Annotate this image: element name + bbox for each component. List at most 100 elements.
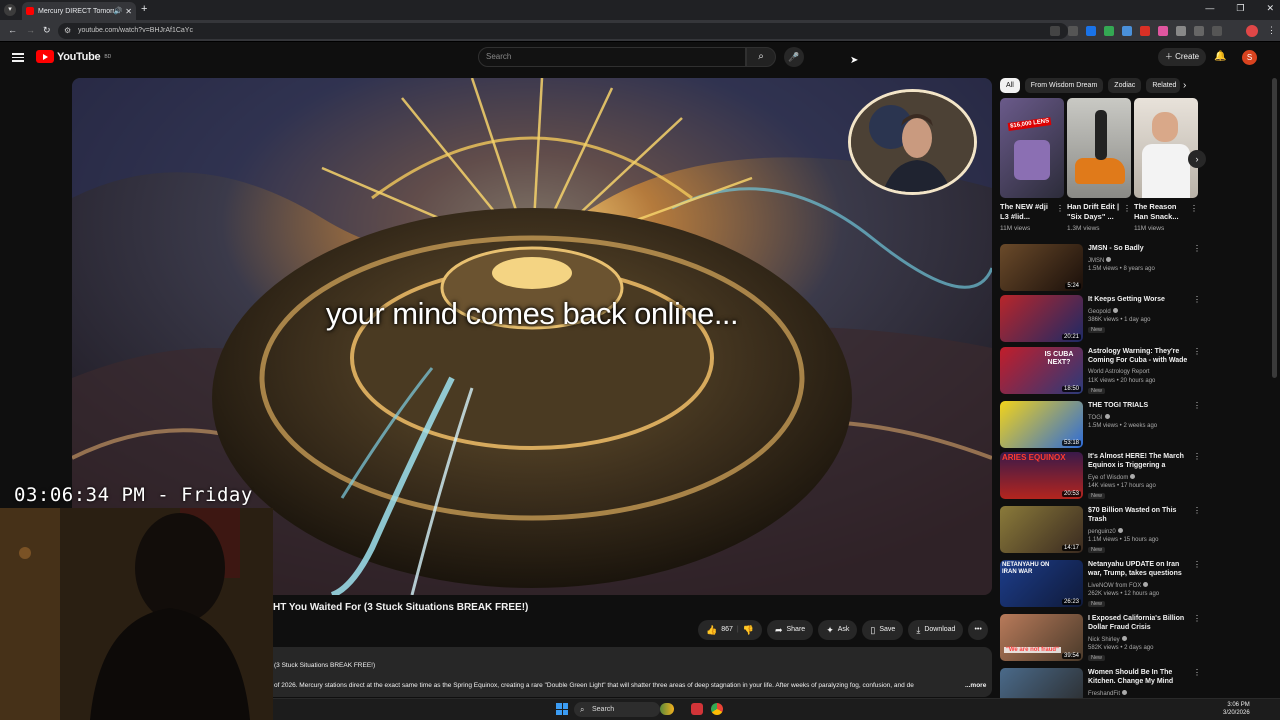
video-title: JMSN - So Badly (1088, 245, 1144, 252)
extension-icon[interactable] (1158, 26, 1168, 36)
more-options-icon[interactable]: ⋮ (1193, 347, 1201, 356)
channel-text: FreshandFit (1088, 691, 1121, 697)
browser-profile-icon[interactable] (1246, 25, 1258, 37)
windows-start-icon[interactable] (556, 703, 568, 715)
channel-text: LiveNOW from FOX (1088, 583, 1142, 589)
list-item[interactable]: Women Should Be In The Kitchen. Change M… (1000, 668, 1200, 698)
duration-badge: 53:18 (1061, 440, 1081, 446)
list-item[interactable]: 14:17 $70 Billion Wasted on This Trash p… (1000, 506, 1201, 556)
more-options-icon[interactable]: ⋮ (1193, 668, 1200, 677)
video-meta: 1.1M views • 15 hours ago (1088, 537, 1159, 543)
address-bar[interactable]: ⚙ youtube.com/watch?v=BHJrAf1CaYc (58, 23, 1068, 39)
more-options-icon[interactable]: ⋮ (1190, 204, 1198, 213)
new-badge: New (1088, 655, 1106, 661)
app-icon[interactable] (691, 703, 703, 715)
extensions-puzzle-icon[interactable] (1194, 26, 1204, 36)
menu-icon[interactable] (12, 51, 24, 63)
video-description[interactable]: (3 Stuck Situations BREAK FREE!) of 2026… (273, 647, 992, 697)
ask-button[interactable]: ✦ Ask (818, 620, 858, 640)
search-icon[interactable]: ⌕ (746, 47, 776, 67)
extension-icon[interactable] (1176, 26, 1186, 36)
chip-all[interactable]: All (1000, 78, 1020, 93)
more-options-icon[interactable]: ⋮ (1193, 295, 1201, 304)
video-thumbnail: ARIES EQUINOX 20:53 (1000, 452, 1083, 499)
short-item[interactable]: $16,000 LENS The NEW #dji L3 #lid... 11M… (1000, 98, 1064, 232)
microphone-icon[interactable]: 🎤 (784, 47, 804, 67)
forward-icon[interactable]: → (26, 25, 35, 35)
more-options-icon[interactable]: ⋮ (1056, 204, 1064, 213)
taskbar-search-input[interactable]: ⌕ Search (574, 702, 660, 717)
list-item[interactable]: IS CUBA NEXT? 18:50 Astrology Warning: T… (1000, 347, 1201, 397)
more-options-icon[interactable]: ⋮ (1193, 401, 1201, 410)
video-thumbnail: IS CUBA NEXT? 18:50 (1000, 347, 1083, 394)
short-item[interactable]: The Reason Han Snack... 11M views ⋮ (1134, 98, 1198, 232)
chrome-icon[interactable] (711, 703, 723, 715)
browser-tab-active[interactable]: Mercury DIRECT Tomorrow 🔊 ✕ (22, 2, 136, 20)
more-options-icon[interactable]: ⋮ (1193, 560, 1201, 569)
speaker-icon[interactable]: 🔊 (114, 7, 123, 15)
share-button[interactable]: ➦ Share (766, 620, 814, 640)
more-actions-icon[interactable]: ••• (968, 620, 988, 640)
list-item[interactable]: "We are not fraud" 39:54 I Exposed Calif… (1000, 614, 1201, 664)
extension-icon[interactable] (1140, 26, 1150, 36)
browser-tabbar: ▾ Mercury DIRECT Tomorrow 🔊 ✕ + — ❐ ✕ (0, 0, 1280, 20)
chip-from-wisdom-dream[interactable]: From Wisdom Dream (1024, 78, 1104, 93)
chip-related[interactable]: Related (1146, 78, 1181, 93)
video-thumbnail: 53:18 (1000, 401, 1083, 448)
close-tab-icon[interactable]: ✕ (125, 7, 132, 16)
page-scrollbar[interactable] (1272, 78, 1277, 378)
more-options-icon[interactable]: ⋮ (1123, 204, 1131, 213)
close-window-icon[interactable]: ✕ (1266, 3, 1274, 14)
list-item[interactable]: ARIES EQUINOX 20:53 It's Almost HERE! Th… (1000, 452, 1201, 502)
system-clock[interactable]: 3:06 PM 3/20/2026 (1223, 701, 1250, 717)
youtube-logo[interactable]: YouTube BD (36, 50, 111, 63)
notifications-bell-icon[interactable]: 🔔 (1214, 51, 1226, 62)
list-item[interactable]: 20:21 It Keeps Getting Worse Geopold 386… (1000, 295, 1201, 345)
browser-menu-icon[interactable]: ⋮ (1267, 25, 1276, 36)
short-thumbnail (1134, 98, 1198, 198)
windows-taskbar: ⌕ Search 3:06 PM 3/20/2026 (273, 698, 1280, 720)
channel-name: Eye of Wisdom (1088, 474, 1136, 481)
reload-icon[interactable]: ↻ (43, 25, 51, 36)
list-item[interactable]: 53:18 THE TOGI TRIALS TOGI 1.5M views • … (1000, 401, 1201, 451)
description-more-link[interactable]: ...more (962, 682, 987, 689)
person-image (1095, 110, 1107, 160)
chevron-right-icon[interactable]: › (1183, 80, 1186, 91)
widgets-icon[interactable] (660, 703, 674, 715)
list-item[interactable]: 5:24 JMSN - So Badly JMSN 1.5M views • 8… (1000, 244, 1201, 294)
chip-zodiac[interactable]: Zodiac (1108, 78, 1142, 93)
extension-icon[interactable] (1104, 26, 1114, 36)
restore-icon[interactable]: ❐ (1236, 3, 1244, 14)
site-info-icon[interactable]: ⚙ (64, 23, 71, 39)
description-line-2: of 2026. Mercury stations direct at the … (274, 682, 986, 689)
verified-icon (1121, 636, 1127, 641)
like-button[interactable]: 👍 867 | 👎 (698, 620, 762, 640)
tab-groups-icon[interactable] (1212, 26, 1222, 36)
new-tab-icon[interactable]: + (141, 3, 147, 15)
bookmark-icon: ▯ (870, 625, 876, 635)
extension-icon[interactable] (1086, 26, 1096, 36)
tab-search-icon[interactable]: ▾ (4, 4, 16, 16)
search-input[interactable]: Search (478, 47, 746, 67)
bookmark-star-icon[interactable] (1068, 26, 1078, 36)
more-options-icon[interactable]: ⋮ (1193, 452, 1201, 461)
back-icon[interactable]: ← (8, 25, 17, 35)
extension-icon[interactable] (1122, 26, 1132, 36)
download-button[interactable]: ⤓ Download (908, 620, 964, 640)
more-options-icon[interactable]: ⋮ (1193, 614, 1201, 623)
short-item[interactable]: Han Drift Edit | "Six Days" ... 1.3M vie… (1067, 98, 1131, 232)
video-meta: 1.5M views • 8 years ago (1088, 266, 1155, 272)
more-options-icon[interactable]: ⋮ (1193, 244, 1201, 253)
more-options-icon[interactable]: ⋮ (1193, 506, 1201, 515)
list-item[interactable]: NETANYAHU ON IRAN WAR 26:23 Netanyahu UP… (1000, 560, 1201, 610)
thumbs-down-icon[interactable]: 👎 (743, 620, 754, 640)
duration-badge: 5:24 (1065, 283, 1081, 289)
verified-icon (1117, 528, 1123, 533)
create-button[interactable]: ＋ Create (1158, 48, 1206, 66)
avatar[interactable]: S (1242, 50, 1257, 65)
minimize-icon[interactable]: — (1205, 3, 1214, 14)
cast-icon[interactable] (1050, 26, 1060, 36)
short-views: 11M views (1000, 225, 1031, 232)
save-button[interactable]: ▯ Save (862, 620, 904, 640)
shorts-next-chevron-icon[interactable]: › (1188, 150, 1206, 168)
